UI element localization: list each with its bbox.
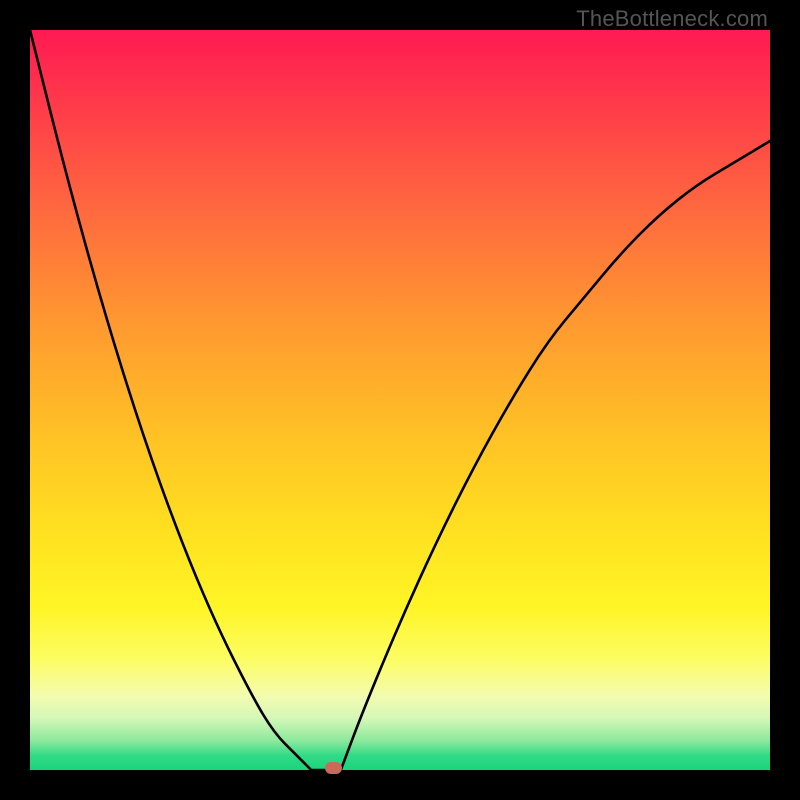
bottleneck-curve [30,30,770,770]
watermark-text: TheBottleneck.com [576,6,768,32]
plot-area [30,30,770,770]
optimum-marker [325,762,342,774]
curve-path [30,30,770,770]
chart-frame: TheBottleneck.com [0,0,800,800]
